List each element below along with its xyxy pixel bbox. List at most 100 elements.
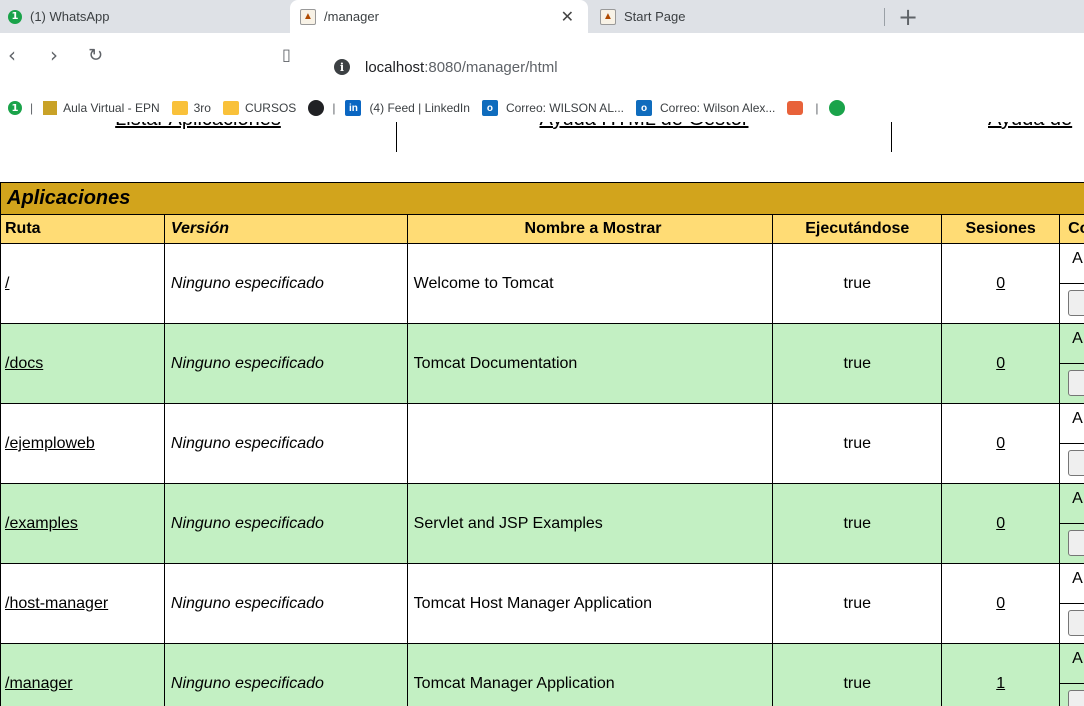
folder-icon xyxy=(171,101,188,115)
bookmark-folder-cursos[interactable]: CURSOS xyxy=(222,101,297,115)
header-version: Versión xyxy=(163,214,408,244)
bookmark-shield[interactable] xyxy=(787,101,809,115)
command-label: A xyxy=(1060,324,1084,364)
bookmark-outlook-1[interactable]: o Correo: WILSON AL... xyxy=(481,100,624,116)
bookmark-separator: | xyxy=(30,101,34,115)
display-name-cell: Tomcat Manager Application xyxy=(406,643,774,706)
close-icon[interactable]: ✕ xyxy=(561,7,574,26)
bookmark-label: Aula Virtual - EPN xyxy=(63,101,160,115)
tomcat-icon: ▲ xyxy=(600,8,616,25)
bookmark-icon[interactable]: ▯ xyxy=(282,45,291,64)
path-cell: /ejemploweb xyxy=(0,403,165,484)
path-cell: /docs xyxy=(0,323,165,404)
folder-icon xyxy=(222,101,239,115)
help-other-cell: Ayuda de xyxy=(892,122,1084,152)
command-button-cell xyxy=(1060,284,1084,323)
tab-separator xyxy=(884,8,885,26)
bookmark-icon xyxy=(828,100,845,116)
header-commands: Co xyxy=(1059,214,1084,244)
table-row: /host-manager Ninguno especificado Tomca… xyxy=(0,563,1084,644)
sessions-cell: 0 xyxy=(941,483,1061,564)
commands-cell: A xyxy=(1059,563,1084,644)
commands-cell: A xyxy=(1059,323,1084,404)
app-path-link[interactable]: /docs xyxy=(5,355,43,372)
command-button[interactable] xyxy=(1068,290,1084,316)
url-path: :8080/manager/html xyxy=(424,58,558,76)
new-tab-icon[interactable]: + xyxy=(898,3,918,31)
running-cell: true xyxy=(772,243,943,324)
display-name-cell: Tomcat Host Manager Application xyxy=(406,563,774,644)
sessions-link[interactable]: 0 xyxy=(996,275,1005,292)
linkedin-icon: in xyxy=(345,100,362,116)
sessions-link[interactable]: 0 xyxy=(996,435,1005,452)
forward-icon[interactable]: › xyxy=(50,43,58,67)
running-cell: true xyxy=(772,403,943,484)
sessions-cell: 0 xyxy=(941,243,1061,324)
tomcat-icon: ▲ xyxy=(300,8,316,25)
sessions-cell: 0 xyxy=(941,563,1061,644)
bookmark-linkedin[interactable]: in (4) Feed | LinkedIn xyxy=(345,100,470,116)
command-label: A xyxy=(1060,244,1084,284)
app-path-link[interactable]: /examples xyxy=(5,515,78,532)
version-cell: Ninguno especificado xyxy=(163,643,408,706)
table-header-row: Ruta Versión Nombre a Mostrar Ejecutándo… xyxy=(0,214,1084,244)
table-title: Aplicaciones xyxy=(0,182,1084,215)
sessions-cell: 0 xyxy=(941,323,1061,404)
bookmark-outlook-2[interactable]: o Correo: Wilson Alex... xyxy=(636,100,775,116)
app-path-link[interactable]: /ejemploweb xyxy=(5,435,95,452)
url-host: localhost xyxy=(365,58,425,76)
table-row: /ejemploweb Ninguno especificado true 0 … xyxy=(0,403,1084,484)
table-row: /manager Ninguno especificado Tomcat Man… xyxy=(0,643,1084,706)
app-path-link[interactable]: /host-manager xyxy=(5,595,108,612)
path-cell: /host-manager xyxy=(0,563,165,644)
tab-start-page[interactable]: ▲ Start Page xyxy=(600,0,880,33)
manager-top-nav: Listar Aplicaciones Ayuda HTML de Gestor… xyxy=(0,122,1084,152)
commands-cell: A xyxy=(1059,483,1084,564)
running-cell: true xyxy=(772,323,943,404)
applications-table: Aplicaciones Ruta Versión Nombre a Mostr… xyxy=(0,182,1084,706)
info-icon[interactable]: i xyxy=(334,59,350,75)
bookmark-github[interactable] xyxy=(308,100,325,116)
command-button[interactable] xyxy=(1068,450,1084,476)
sessions-link[interactable]: 0 xyxy=(996,355,1005,372)
list-apps-cell: Listar Aplicaciones xyxy=(0,122,396,152)
bookmark-label: CURSOS xyxy=(244,101,297,115)
display-name-cell: Tomcat Documentation xyxy=(406,323,774,404)
commands-cell: A xyxy=(1059,643,1084,706)
whatsapp-bookmark-icon[interactable]: 1 xyxy=(8,101,22,115)
sessions-link[interactable]: 0 xyxy=(996,515,1005,532)
path-cell: / xyxy=(0,243,165,324)
help-html-link[interactable]: Ayuda HTML de Gestor xyxy=(540,122,749,130)
reload-icon[interactable]: ↻ xyxy=(88,45,103,66)
app-path-link[interactable]: /manager xyxy=(5,675,73,692)
running-cell: true xyxy=(772,563,943,644)
version-cell: Ninguno especificado xyxy=(163,403,408,484)
app-path-link[interactable]: / xyxy=(5,275,9,292)
bookmark-more[interactable] xyxy=(828,100,845,116)
address-bar[interactable]: i localhost:8080/manager/html xyxy=(320,53,1080,81)
back-icon[interactable]: ‹ xyxy=(8,43,16,67)
command-label: A xyxy=(1060,484,1084,524)
tab-manager[interactable]: ▲ /manager ✕ xyxy=(290,0,588,33)
command-button[interactable] xyxy=(1068,370,1084,396)
display-name-cell: Welcome to Tomcat xyxy=(406,243,774,324)
shield-icon xyxy=(787,101,804,115)
command-button-cell xyxy=(1060,364,1084,403)
command-button[interactable] xyxy=(1068,530,1084,556)
sessions-link[interactable]: 0 xyxy=(996,595,1005,612)
list-apps-link[interactable]: Listar Aplicaciones xyxy=(115,122,281,130)
bookmark-folder-3ro[interactable]: 3ro xyxy=(171,101,211,115)
tab-whatsapp[interactable]: 1 (1) WhatsApp xyxy=(8,0,278,33)
version-cell: Ninguno especificado xyxy=(163,243,408,324)
sessions-link[interactable]: 1 xyxy=(996,675,1005,692)
help-other-link[interactable]: Ayuda de xyxy=(988,122,1072,130)
bookmark-aula-virtual[interactable]: Aula Virtual - EPN xyxy=(43,101,160,115)
display-name-cell xyxy=(406,403,774,484)
tab-bar: 1 (1) WhatsApp ▲ /manager ✕ ▲ Start Page… xyxy=(0,0,1084,33)
command-button[interactable] xyxy=(1068,610,1084,636)
url-text[interactable]: localhost:8080/manager/html xyxy=(365,59,558,76)
path-cell: /examples xyxy=(0,483,165,564)
tab-label: /manager xyxy=(324,9,379,24)
command-label: A xyxy=(1060,564,1084,604)
command-button[interactable] xyxy=(1068,690,1084,706)
